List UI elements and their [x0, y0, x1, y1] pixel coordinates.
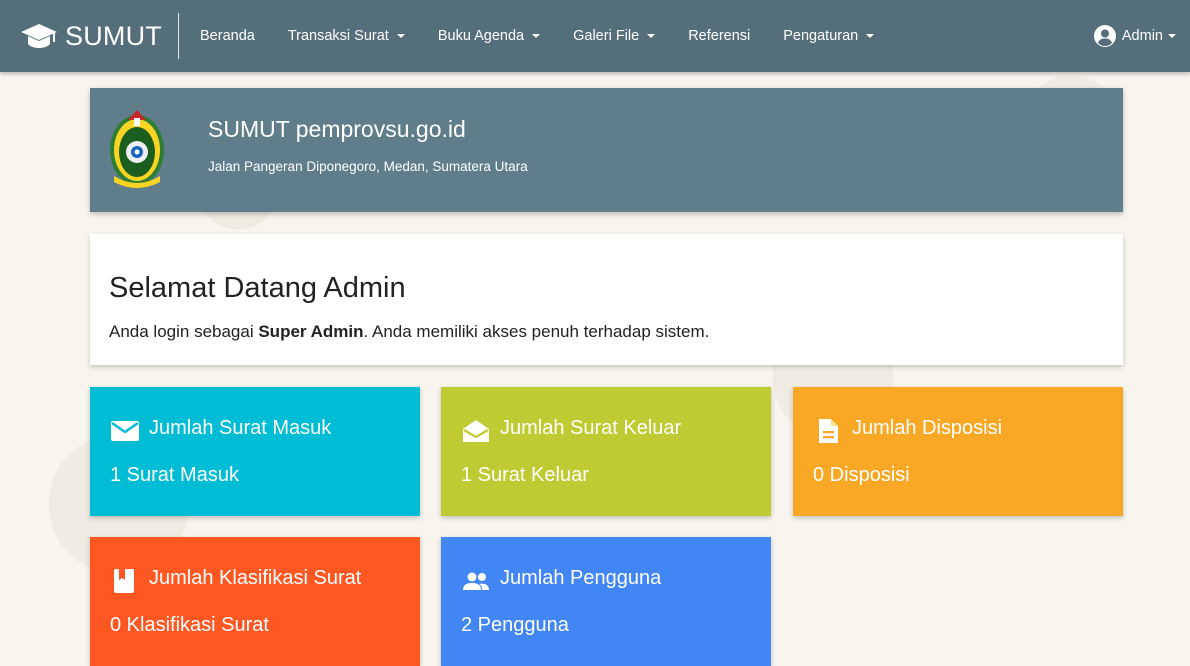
stat-card-disposisi[interactable]: Jumlah Disposisi 0 Disposisi	[793, 387, 1123, 516]
top-navbar: SUMUT Beranda Transaksi Surat Buku Agend…	[0, 0, 1190, 72]
stat-value: 1 Surat Masuk	[110, 464, 239, 486]
caret-down-icon	[396, 34, 405, 38]
nav-item-label: Galeri File	[573, 28, 640, 44]
stat-value: 1 Surat Keluar	[461, 464, 589, 486]
welcome-title: Selamat Datang Admin	[109, 272, 406, 304]
brand-name: SUMUT	[65, 20, 162, 51]
stat-value: 0 Disposisi	[813, 464, 910, 486]
document-icon	[819, 419, 838, 443]
site-header-card: SUMUT pemprovsu.go.id Jalan Pangeran Dip…	[90, 88, 1123, 212]
stat-card-surat-masuk[interactable]: Jumlah Surat Masuk 1 Surat Masuk	[90, 387, 420, 516]
user-circle-icon	[1093, 25, 1116, 47]
welcome-card: Selamat Datang Admin Anda login sebagai …	[90, 234, 1123, 365]
site-address: Jalan Pangeran Diponegoro, Medan, Sumate…	[208, 159, 528, 174]
province-emblem-logo	[110, 110, 164, 188]
envelope-icon	[111, 421, 139, 441]
stat-label: Jumlah Pengguna	[500, 567, 662, 589]
nav-item-pengaturan[interactable]: Pengaturan	[783, 28, 875, 44]
user-name: Admin	[1121, 28, 1163, 44]
caret-down-icon	[647, 34, 656, 38]
welcome-text-suffix: . Anda memiliki akses penuh terhadap sis…	[363, 322, 710, 341]
stat-label: Jumlah Klasifikasi Surat	[149, 567, 362, 589]
nav-item-buku-agenda[interactable]: Buku Agenda	[437, 28, 541, 44]
nav-item-label: Pengaturan	[783, 28, 859, 44]
site-title: SUMUT pemprovsu.go.id	[208, 116, 466, 142]
stat-label: Jumlah Surat Masuk	[149, 417, 332, 439]
people-icon	[463, 572, 489, 590]
brand[interactable]: SUMUT	[20, 0, 162, 72]
welcome-message: Anda login sebagai Super Admin. Anda mem…	[109, 322, 709, 342]
stat-label: Jumlah Surat Keluar	[500, 417, 682, 439]
caret-down-icon	[532, 34, 541, 38]
graduation-cap-icon	[21, 24, 57, 48]
nav-item-label: Buku Agenda	[437, 28, 525, 44]
nav-item-beranda[interactable]: Beranda	[200, 28, 255, 44]
user-role: Super Admin	[258, 322, 364, 341]
caret-down-icon	[1168, 34, 1176, 38]
nav-item-label: Beranda	[200, 28, 255, 44]
brand-divider	[178, 13, 179, 59]
stat-value: 2 Pengguna	[461, 614, 569, 636]
stat-card-pengguna[interactable]: Jumlah Pengguna 2 Pengguna	[441, 537, 771, 666]
welcome-text-prefix: Anda login sebagai	[109, 322, 259, 341]
stat-card-surat-keluar[interactable]: Jumlah Surat Keluar 1 Surat Keluar	[441, 387, 771, 516]
stat-label: Jumlah Disposisi	[852, 417, 1003, 439]
nav-item-referensi[interactable]: Referensi	[688, 28, 750, 44]
envelope-open-icon	[463, 420, 489, 442]
nav-item-label: Transaksi Surat	[287, 28, 389, 44]
stat-value: 0 Klasifikasi Surat	[110, 614, 269, 636]
bookmark-icon	[114, 569, 134, 593]
user-menu[interactable]: Admin	[1093, 0, 1176, 72]
caret-down-icon	[866, 34, 875, 38]
nav-item-transaksi-surat[interactable]: Transaksi Surat	[288, 28, 405, 44]
stat-card-klasifikasi-surat[interactable]: Jumlah Klasifikasi Surat 0 Klasifikasi S…	[90, 537, 420, 666]
nav-item-galeri-file[interactable]: Galeri File	[573, 28, 656, 44]
nav-item-label: Referensi	[688, 28, 751, 44]
